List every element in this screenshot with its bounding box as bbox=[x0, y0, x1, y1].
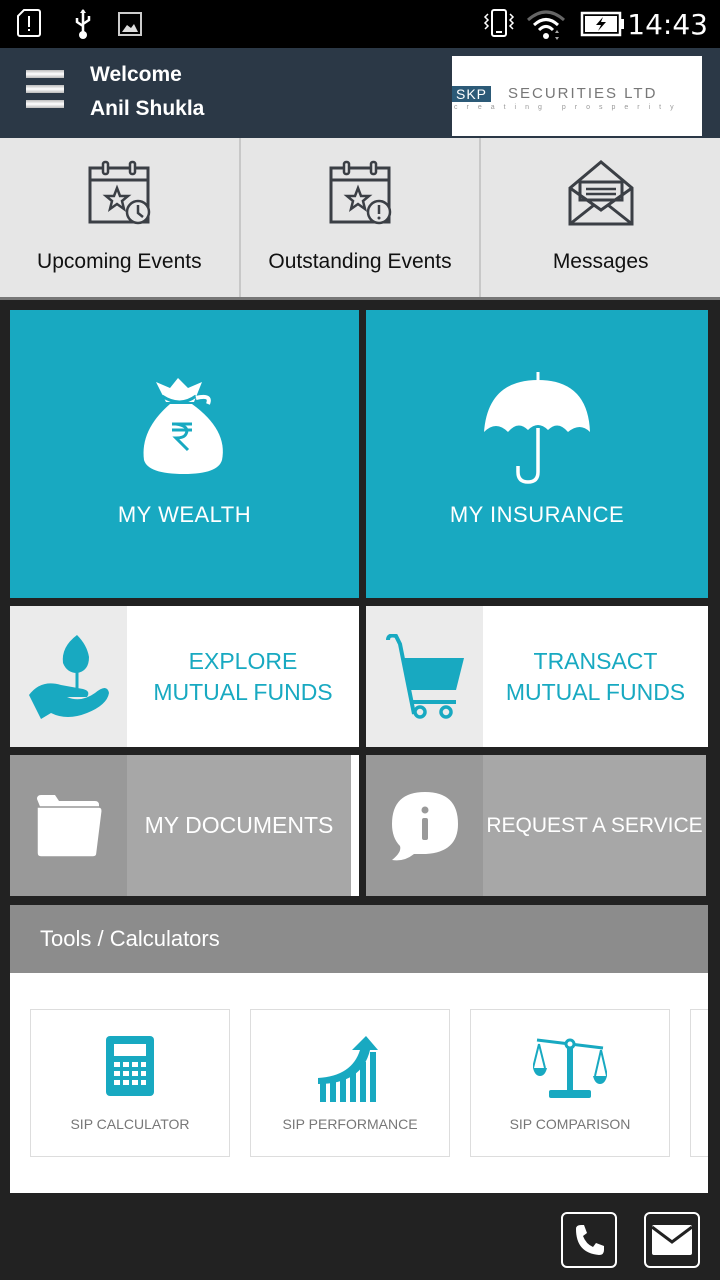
explore-mutual-funds-tile[interactable]: EXPLORE MUTUAL FUNDS bbox=[10, 606, 359, 747]
phone-icon bbox=[576, 1225, 604, 1255]
call-button[interactable] bbox=[561, 1212, 617, 1268]
mail-icon bbox=[651, 1225, 693, 1255]
money-bag-rupee-icon bbox=[143, 378, 223, 474]
cart-icon bbox=[385, 633, 464, 719]
folder-icon bbox=[35, 794, 103, 857]
transact-mutual-funds-text: TRANSACT MUTUAL FUNDS bbox=[483, 606, 708, 747]
status-bar: 14:43 bbox=[0, 0, 720, 48]
tool-card-partial[interactable] bbox=[690, 1009, 708, 1157]
request-service-tile[interactable]: REQUEST A SERVICE bbox=[366, 755, 706, 896]
welcome-block: Welcome Anil Shukla bbox=[90, 58, 204, 126]
plant-hand-icon bbox=[28, 634, 109, 719]
sip-performance-label: SIP PERFORMANCE bbox=[282, 1116, 418, 1132]
explore-line2: MUTUAL FUNDS bbox=[153, 678, 333, 705]
company-logo: SKP SECURITIES LTD creating prosperity bbox=[452, 56, 702, 136]
tile-edge bbox=[351, 755, 359, 896]
messages-label: Messages bbox=[552, 250, 649, 273]
email-button[interactable] bbox=[644, 1212, 700, 1268]
vibrate-icon bbox=[483, 9, 515, 37]
my-insurance-tile[interactable]: MY INSURANCE bbox=[366, 310, 708, 598]
clock: 14:43 bbox=[627, 8, 708, 41]
outstanding-events-button[interactable]: Outstanding Events bbox=[238, 138, 480, 297]
envelope-open-icon bbox=[568, 160, 634, 226]
image-icon bbox=[118, 12, 142, 36]
my-documents-tile[interactable]: MY DOCUMENTS bbox=[10, 755, 351, 896]
transact-line1: TRANSACT bbox=[533, 647, 658, 674]
info-bubble-icon bbox=[391, 791, 458, 860]
user-name: Anil Shukla bbox=[90, 97, 205, 120]
sip-performance-card[interactable]: SIP PERFORMANCE bbox=[250, 1009, 450, 1157]
service-icon-panel bbox=[366, 755, 483, 896]
umbrella-icon bbox=[484, 372, 590, 484]
menu-icon-bar bbox=[26, 100, 64, 108]
usb-icon bbox=[75, 9, 91, 39]
calculator-icon bbox=[106, 1036, 154, 1096]
sd-alert-icon bbox=[17, 9, 41, 37]
request-service-label: REQUEST A SERVICE bbox=[483, 755, 706, 896]
outstanding-events-label: Outstanding Events bbox=[268, 250, 452, 273]
menu-icon-bar bbox=[26, 85, 64, 93]
menu-button[interactable] bbox=[26, 70, 64, 114]
transact-mutual-funds-tile[interactable]: TRANSACT MUTUAL FUNDS bbox=[366, 606, 708, 747]
scale-icon bbox=[533, 1038, 607, 1098]
calendar-alert-icon bbox=[329, 160, 392, 225]
upcoming-events-label: Upcoming Events bbox=[37, 250, 202, 273]
documents-icon-panel bbox=[10, 755, 127, 896]
calendar-clock-icon bbox=[88, 160, 151, 225]
transact-line2: MUTUAL FUNDS bbox=[505, 678, 686, 705]
sip-comparison-card[interactable]: SIP COMPARISON bbox=[470, 1009, 670, 1157]
my-documents-label: MY DOCUMENTS bbox=[127, 755, 351, 896]
welcome-label: Welcome bbox=[90, 63, 182, 86]
sip-comparison-label: SIP COMPARISON bbox=[509, 1116, 631, 1132]
my-wealth-tile[interactable]: MY WEALTH bbox=[10, 310, 359, 598]
wifi-icon bbox=[527, 10, 565, 40]
transact-icon-panel bbox=[366, 606, 483, 747]
menu-icon bbox=[26, 70, 64, 78]
explore-line1: EXPLORE bbox=[188, 647, 298, 674]
my-wealth-label: MY WEALTH bbox=[117, 502, 252, 527]
sip-calculator-card[interactable]: SIP CALCULATOR bbox=[30, 1009, 230, 1157]
upcoming-events-button[interactable]: Upcoming Events bbox=[0, 138, 239, 297]
tools-panel: Tools / Calculators SIP CALCULATOR SIP P… bbox=[10, 905, 708, 1193]
growth-chart-icon bbox=[318, 1036, 378, 1102]
logo-tagline: creating prosperity bbox=[454, 104, 683, 111]
quick-actions-bar: Upcoming Events Outstanding Events Messa… bbox=[0, 138, 720, 300]
my-insurance-label: MY INSURANCE bbox=[449, 502, 625, 527]
messages-button[interactable]: Messages bbox=[479, 138, 720, 297]
tools-title: Tools / Calculators bbox=[10, 905, 708, 973]
logo-name: SECURITIES LTD bbox=[508, 85, 658, 102]
explore-icon-panel bbox=[10, 606, 127, 747]
battery-charging-icon bbox=[580, 11, 624, 37]
sip-calculator-label: SIP CALCULATOR bbox=[70, 1116, 190, 1132]
explore-mutual-funds-text: EXPLORE MUTUAL FUNDS bbox=[127, 606, 359, 747]
logo-brand: SKP bbox=[452, 86, 492, 102]
